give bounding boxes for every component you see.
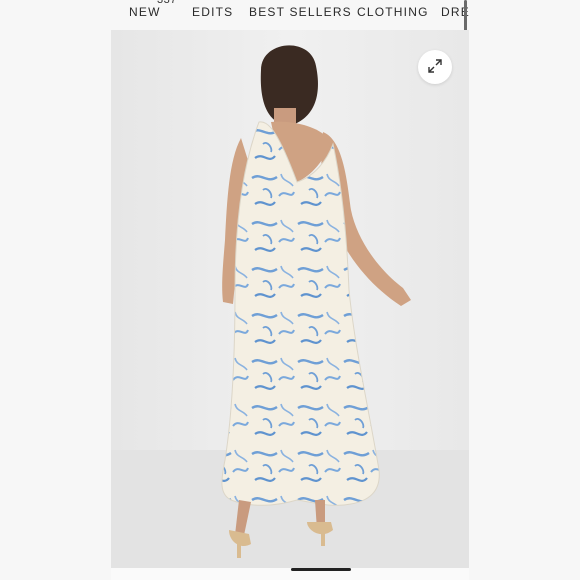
nav-item-edits[interactable]: EDITS	[192, 5, 233, 19]
home-indicator	[291, 568, 351, 571]
nav-item-best-sellers[interactable]: BEST SELLERS	[249, 5, 352, 19]
nav-item-new[interactable]: NEW	[129, 5, 161, 19]
nav-item-clothing[interactable]: CLOTHING	[357, 5, 429, 19]
new-count-badge: 337	[157, 0, 177, 6]
expand-arrows-icon	[427, 58, 443, 77]
bottom-strip	[111, 568, 469, 580]
mobile-screen: NEW 337 EDITS BEST SELLERS CLOTHING DRES	[111, 0, 469, 580]
expand-image-button[interactable]	[418, 50, 452, 84]
top-navigation: NEW 337 EDITS BEST SELLERS CLOTHING DRES	[111, 0, 469, 41]
product-photo-illustration	[111, 30, 469, 568]
product-image[interactable]	[111, 30, 469, 568]
screenshot-frame: NEW 337 EDITS BEST SELLERS CLOTHING DRES	[0, 0, 580, 580]
